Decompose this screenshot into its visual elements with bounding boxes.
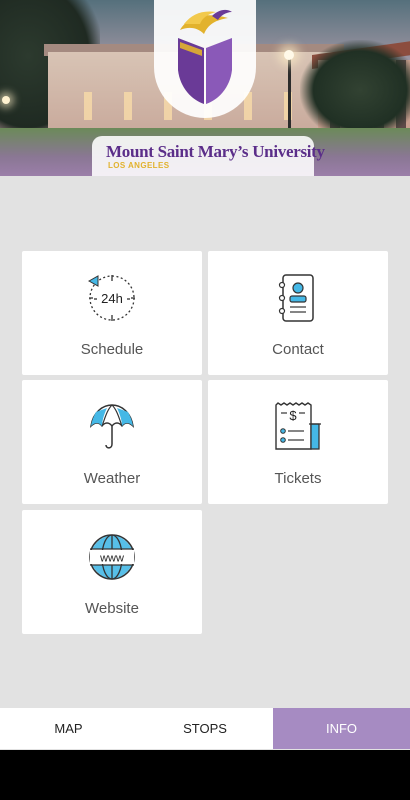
svg-text:$: $ — [289, 408, 297, 423]
header-campus-photo: Mount Saint Mary’s University LOS ANGELE… — [0, 0, 410, 176]
lamp-post — [288, 58, 291, 134]
tab-map[interactable]: MAP — [0, 708, 137, 749]
university-crest-book-flame-icon — [178, 9, 232, 104]
contact-card-icon — [278, 274, 314, 322]
university-wordmark: Mount Saint Mary’s University LOS ANGELE… — [92, 136, 325, 176]
university-location: LOS ANGELES — [108, 161, 170, 170]
info-grid: 24h Schedule Contact Weather $ Tickets w… — [22, 251, 388, 634]
tile-label: Contact — [272, 341, 324, 358]
trees-right — [300, 40, 410, 140]
globe-www-icon: www — [89, 534, 135, 580]
system-navigation-bar — [0, 750, 410, 800]
tile-tickets[interactable]: $ Tickets — [208, 380, 388, 504]
tile-schedule[interactable]: 24h Schedule — [22, 251, 202, 375]
tile-label: Weather — [83, 470, 141, 487]
tile-label: Schedule — [80, 341, 144, 358]
umbrella-icon — [90, 404, 134, 449]
tab-info[interactable]: INFO — [273, 708, 410, 749]
tile-website[interactable]: www Website — [22, 510, 202, 634]
clock-24h-icon: 24h — [87, 275, 135, 321]
street-lamp-left — [2, 96, 10, 104]
tab-stops[interactable]: STOPS — [137, 708, 273, 749]
receipt-ticket-icon: $ — [275, 402, 321, 450]
university-name: Mount Saint Mary’s University — [106, 142, 325, 161]
tile-weather[interactable]: Weather — [22, 380, 202, 504]
tile-contact[interactable]: Contact — [208, 251, 388, 375]
svg-text:24h: 24h — [101, 291, 123, 306]
bottom-tab-bar: MAP STOPS INFO — [0, 708, 410, 749]
street-lamp — [284, 50, 294, 60]
tile-label: Website — [85, 600, 139, 617]
tile-label: Tickets — [274, 470, 322, 487]
university-logo — [154, 0, 256, 118]
svg-text:www: www — [99, 553, 124, 565]
